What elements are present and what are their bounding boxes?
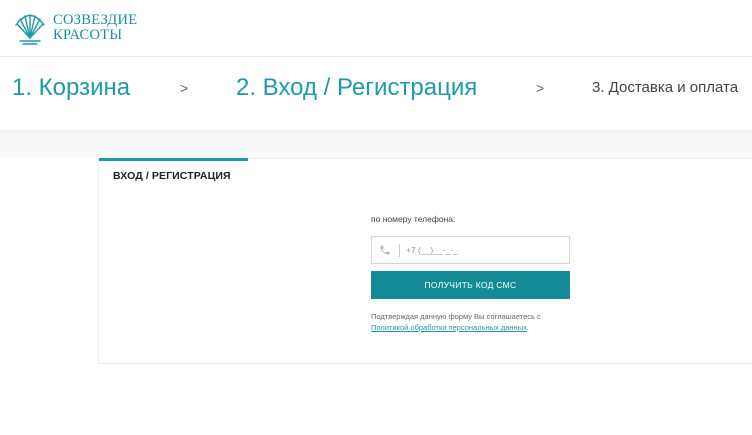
brand-name-line-2: КРАСОТЫ bbox=[53, 27, 123, 43]
checkout-steps: 1. Корзина > 2. Вход / Регистрация > 3. … bbox=[0, 58, 752, 130]
step-separator: > bbox=[536, 80, 545, 96]
brand-logo[interactable]: СОЗВЕЗДИЕ КРАСОТЫ bbox=[12, 8, 152, 48]
phone-input[interactable] bbox=[406, 241, 561, 259]
auth-panel: ВХОД / РЕГИСТРАЦИЯ по номеру телефона: П… bbox=[98, 158, 752, 364]
site-header: СОЗВЕЗДИЕ КРАСОТЫ bbox=[0, 0, 752, 57]
brand-name: СОЗВЕЗДИЕ КРАСОТЫ bbox=[53, 13, 137, 43]
phone-icon bbox=[380, 245, 390, 255]
tab-divider bbox=[248, 158, 752, 159]
step-separator: > bbox=[180, 80, 189, 96]
brand-name-line-1: СОЗВЕЗДИЕ bbox=[53, 12, 138, 28]
step-delivery-payment: 3. Доставка и оплата bbox=[592, 79, 739, 96]
privacy-policy-link[interactable]: Политикой обработки персональных данных bbox=[371, 322, 571, 333]
get-sms-code-button[interactable]: ПОЛУЧИТЬ КОД СМС bbox=[371, 271, 570, 299]
phone-field-label: по номеру телефона: bbox=[371, 214, 456, 224]
phone-field-divider bbox=[399, 244, 400, 257]
phone-login-form: по номеру телефона: ПОЛУЧИТЬ КОД СМС Под… bbox=[371, 214, 571, 333]
shell-logo-icon bbox=[15, 14, 45, 45]
consent-notice: Подтверждая данную форму Вы соглашаетесь… bbox=[371, 311, 571, 333]
tab-login-registration[interactable]: ВХОД / РЕГИСТРАЦИЯ bbox=[99, 158, 248, 190]
step-cart[interactable]: 1. Корзина bbox=[12, 58, 130, 118]
section-divider-band bbox=[0, 130, 752, 158]
phone-field[interactable] bbox=[371, 236, 570, 264]
step-login-registration: 2. Вход / Регистрация bbox=[236, 74, 478, 101]
consent-text: Подтверждая данную форму Вы соглашаетесь… bbox=[371, 312, 541, 321]
